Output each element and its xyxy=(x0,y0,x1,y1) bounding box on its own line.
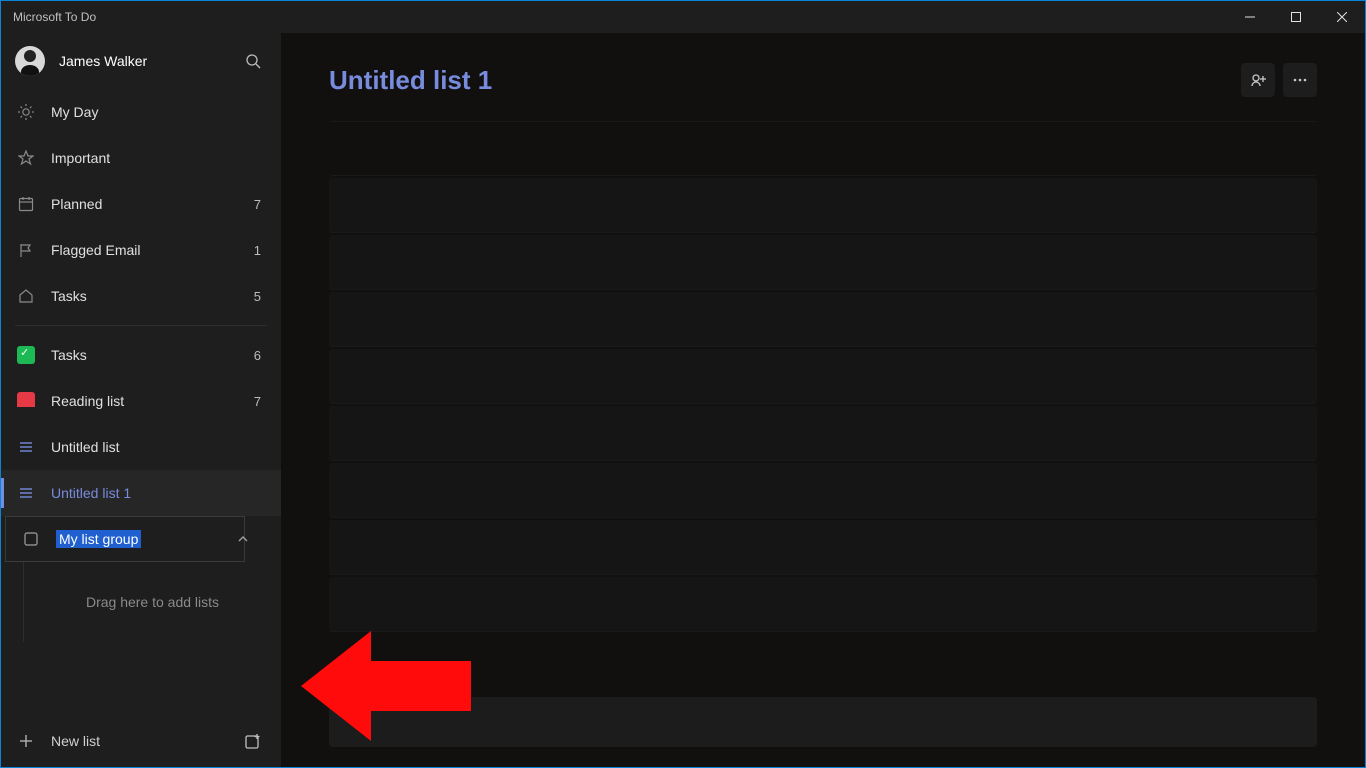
sun-icon xyxy=(15,103,37,121)
star-icon xyxy=(15,150,37,166)
task-row[interactable] xyxy=(329,520,1317,575)
task-row[interactable] xyxy=(329,349,1317,404)
sidebar-item-untitled[interactable]: Untitled list xyxy=(1,424,281,470)
window-title: Microsoft To Do xyxy=(13,10,96,24)
sidebar-item-reading[interactable]: Reading list 7 xyxy=(1,378,281,424)
chevron-up-icon[interactable] xyxy=(228,533,258,545)
sidebar: James Walker My Day xyxy=(1,33,281,767)
sidebar-item-myday[interactable]: My Day xyxy=(1,89,281,135)
share-button[interactable] xyxy=(1241,63,1275,97)
list-color-icon xyxy=(15,346,37,364)
task-list xyxy=(329,121,1317,634)
sidebar-item-tasks[interactable]: Tasks 5 xyxy=(1,273,281,319)
sidebar-item-label: Tasks xyxy=(51,347,254,363)
sidebar-divider xyxy=(15,325,267,326)
sidebar-item-label: Flagged Email xyxy=(51,242,254,258)
flag-icon xyxy=(15,242,37,258)
list-icon xyxy=(15,439,37,455)
task-row[interactable] xyxy=(329,178,1317,233)
group-row[interactable]: My list group xyxy=(5,516,245,562)
titlebar: Microsoft To Do xyxy=(1,1,1365,33)
sidebar-item-count: 7 xyxy=(254,197,267,212)
plus-icon xyxy=(15,733,37,749)
task-row[interactable] xyxy=(329,463,1317,518)
maximize-button[interactable] xyxy=(1273,1,1319,33)
calendar-icon xyxy=(15,196,37,212)
sidebar-item-label: Planned xyxy=(51,196,254,212)
smart-lists: My Day Important Planned 7 xyxy=(1,89,281,642)
sidebar-item-label: Reading list xyxy=(51,393,254,409)
list-color-icon xyxy=(15,392,37,410)
minimize-button[interactable] xyxy=(1227,1,1273,33)
sidebar-item-count: 6 xyxy=(254,348,267,363)
sidebar-item-planned[interactable]: Planned 7 xyxy=(1,181,281,227)
group-name-input[interactable]: My list group xyxy=(56,530,141,548)
close-button[interactable] xyxy=(1319,1,1365,33)
task-row[interactable] xyxy=(329,292,1317,347)
group-drop-zone[interactable]: Drag here to add lists xyxy=(23,562,281,642)
sidebar-item-count: 5 xyxy=(254,289,267,304)
drop-hint: Drag here to add lists xyxy=(86,594,219,610)
sidebar-item-label: Important xyxy=(51,150,261,166)
search-button[interactable] xyxy=(239,53,267,69)
home-icon xyxy=(15,288,37,304)
sidebar-item-important[interactable]: Important xyxy=(1,135,281,181)
sidebar-item-tasks-custom[interactable]: Tasks 6 xyxy=(1,332,281,378)
sidebar-item-label: Tasks xyxy=(51,288,254,304)
more-button[interactable] xyxy=(1283,63,1317,97)
sidebar-item-count: 1 xyxy=(254,243,267,258)
add-task-input[interactable] xyxy=(329,697,1317,747)
sidebar-item-label: My Day xyxy=(51,104,261,120)
new-list-button[interactable]: New list xyxy=(51,733,239,749)
sidebar-footer: New list xyxy=(1,715,281,767)
sidebar-item-flagged[interactable]: Flagged Email 1 xyxy=(1,227,281,273)
avatar xyxy=(15,46,45,76)
window-controls xyxy=(1227,1,1365,33)
sidebar-item-label: Untitled list 1 xyxy=(51,485,267,501)
list-icon xyxy=(15,485,37,501)
user-name: James Walker xyxy=(59,53,239,69)
task-row[interactable] xyxy=(329,121,1317,176)
group-icon xyxy=(20,531,42,547)
sidebar-item-label: Untitled list xyxy=(51,439,267,455)
task-row[interactable] xyxy=(329,406,1317,461)
list-title[interactable]: Untitled list 1 xyxy=(329,65,492,96)
main-header: Untitled list 1 xyxy=(329,63,1317,97)
task-row[interactable] xyxy=(329,235,1317,290)
new-group-button[interactable] xyxy=(239,732,267,750)
user-row[interactable]: James Walker xyxy=(1,33,281,89)
app-window: Microsoft To Do James Walker xyxy=(0,0,1366,768)
main-pane: Untitled list 1 xyxy=(281,33,1365,767)
sidebar-item-untitled1[interactable]: Untitled list 1 xyxy=(1,470,281,516)
sidebar-item-count: 7 xyxy=(254,394,267,409)
task-row[interactable] xyxy=(329,577,1317,632)
